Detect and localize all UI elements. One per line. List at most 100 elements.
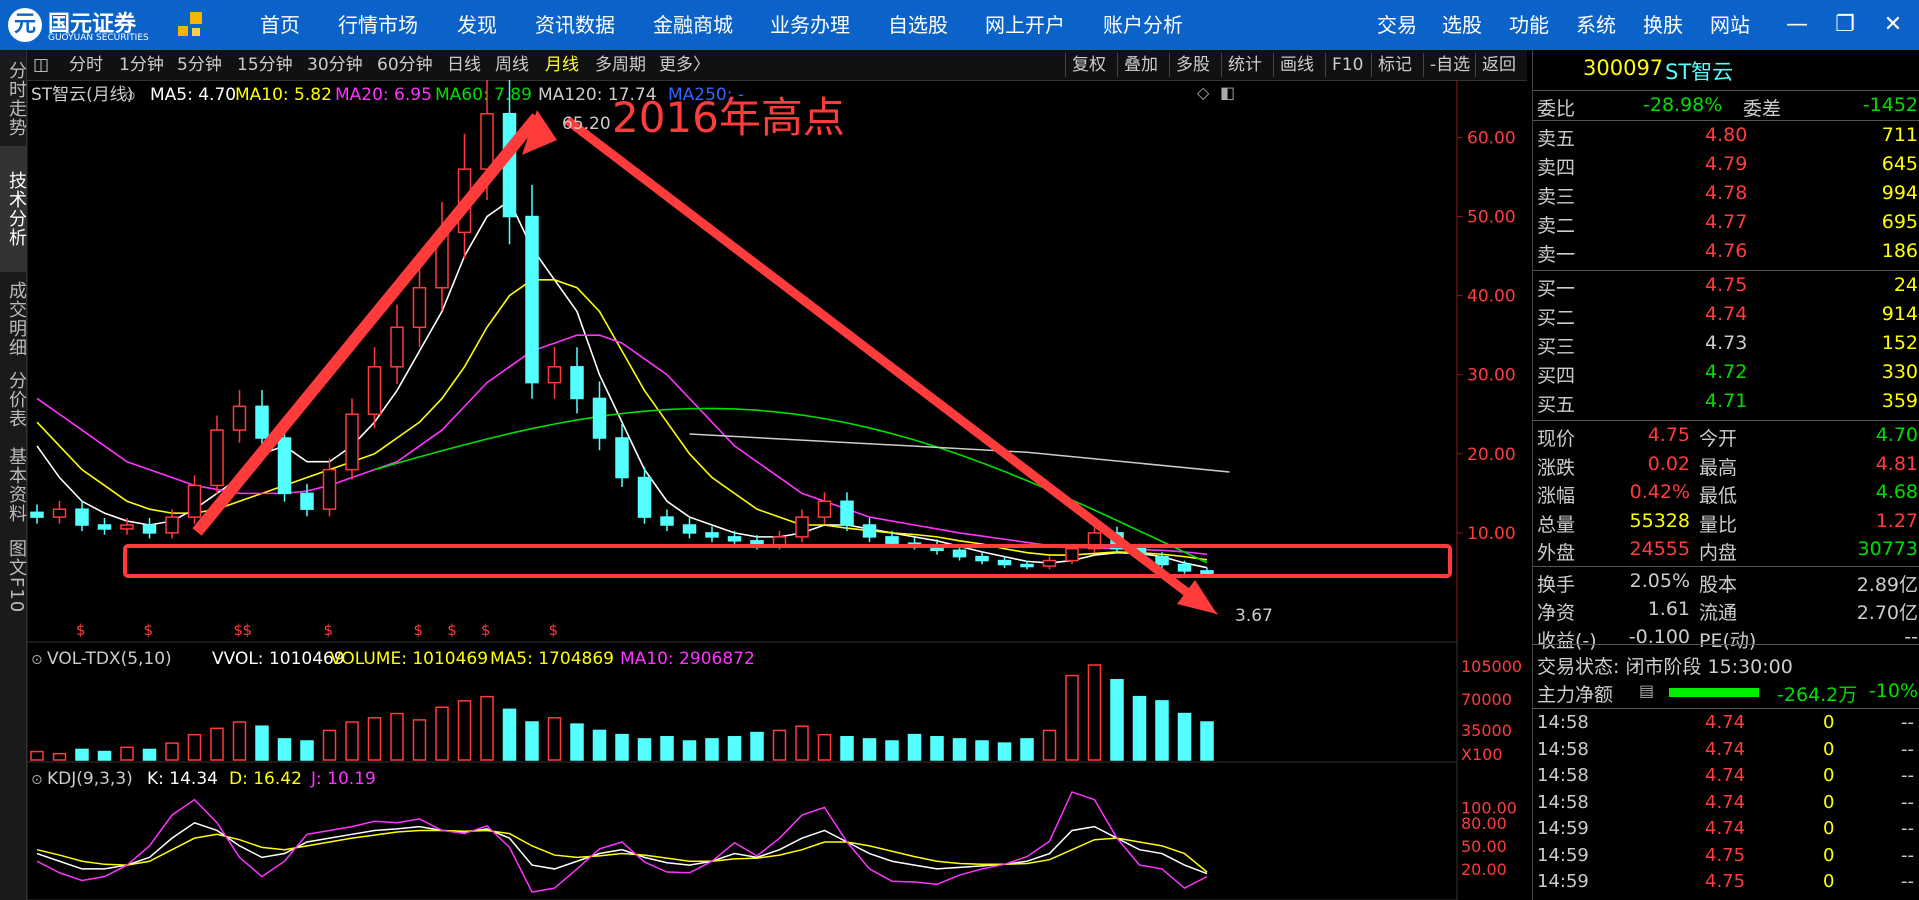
volume-bar — [637, 738, 652, 761]
bid-price[interactable]: 4.74 — [1705, 303, 1747, 325]
event-marker-icon: $ — [324, 621, 334, 639]
kdj-title: KDJ(9,3,3) — [47, 769, 133, 789]
stock-name[interactable]: ST智云 — [1665, 56, 1733, 86]
info-value: 2.89亿 — [1856, 574, 1918, 596]
tab-trade-details[interactable]: 成交明细 — [0, 278, 27, 360]
period-multi[interactable]: 多周期 — [595, 50, 646, 80]
sidebar-toggle-icon[interactable]: ◫ — [33, 50, 49, 80]
left-tab-bar: 分时走势 技术分析 成交明细 分价表 基本资料 图文F10 — [0, 50, 27, 900]
main-flow-bar — [1669, 688, 1759, 697]
bid-price[interactable]: 4.75 — [1705, 274, 1747, 296]
btn-f10[interactable]: F10 — [1325, 53, 1363, 77]
info-value: 2.05% — [1629, 570, 1690, 592]
volume-bar — [1087, 664, 1102, 761]
stat-value: 55328 — [1629, 509, 1690, 532]
nav-data[interactable]: 资讯数据 — [535, 0, 615, 50]
nav-market[interactable]: 行情市场 — [338, 0, 418, 50]
minimize-icon[interactable]: — — [1780, 0, 1814, 50]
nav-mall[interactable]: 金融商城 — [653, 0, 733, 50]
period-weekly[interactable]: 周线 — [495, 50, 529, 80]
btn-mark[interactable]: 标记 — [1371, 53, 1412, 77]
ask-level-label: 卖一 — [1537, 244, 1576, 266]
bid-price[interactable]: 4.73 — [1705, 332, 1747, 354]
tick-flag: -- — [1901, 844, 1914, 866]
tab-price-table[interactable]: 分价表 — [0, 366, 27, 432]
ask-price[interactable]: 4.76 — [1705, 240, 1747, 262]
stat-label: 最高 — [1699, 456, 1738, 479]
panel-toggle-icon[interactable]: ◧ — [1220, 83, 1235, 102]
period-more[interactable]: 更多〉 — [659, 50, 710, 80]
ask-price[interactable]: 4.79 — [1705, 153, 1747, 175]
bid-price[interactable]: 4.72 — [1705, 361, 1747, 383]
vol-y-tick-label: X100 — [1461, 745, 1503, 764]
volume-bar — [97, 750, 112, 761]
nav-business[interactable]: 业务办理 — [770, 0, 850, 50]
candle-body — [570, 366, 584, 400]
btn-overlay[interactable]: 叠加 — [1117, 53, 1158, 77]
period-monthly[interactable]: 月线 — [545, 50, 579, 80]
volume-bar — [727, 736, 742, 761]
candle-body — [187, 484, 202, 518]
tab-timeshare[interactable]: 分时走势 — [0, 58, 27, 140]
main-flow-icon[interactable]: ▤ — [1639, 681, 1654, 700]
legend-dropdown-icon[interactable]: ⊙ — [31, 772, 43, 788]
period-timeshare[interactable]: 分时 — [69, 50, 103, 80]
tab-technical-analysis[interactable]: 技术分析 — [0, 146, 27, 272]
volume-bar — [187, 733, 202, 761]
stock-code[interactable]: 300097 — [1583, 56, 1663, 80]
btn-draw[interactable]: 画线 — [1273, 53, 1314, 77]
nav-account-analysis[interactable]: 账户分析 — [1103, 0, 1183, 50]
chart-area[interactable]: 60.0050.0040.0030.0020.0010.00 2016年高点 6… — [27, 80, 1532, 900]
stat-value: 0.02 — [1647, 452, 1690, 475]
collapse-icon[interactable]: ◇ — [1197, 83, 1210, 102]
stat-label: 涨幅 — [1537, 485, 1576, 507]
period-15min[interactable]: 15分钟 — [237, 50, 293, 80]
legend-dropdown-icon[interactable]: ⊙ — [31, 652, 43, 668]
event-marker-icon: $ — [76, 621, 86, 639]
volume-bar — [570, 723, 584, 761]
bid-price[interactable]: 4.71 — [1705, 390, 1747, 412]
volume-bar — [300, 740, 314, 761]
close-icon[interactable]: ✕ — [1876, 0, 1910, 50]
period-30min[interactable]: 30分钟 — [307, 50, 363, 80]
legend-dropdown-icon[interactable]: ⊙ — [124, 88, 136, 104]
divider — [1533, 270, 1919, 271]
restore-icon[interactable]: ❐ — [1828, 0, 1862, 50]
btn-add-watchlist[interactable]: -自选 — [1423, 53, 1470, 77]
nav-website[interactable]: 网站 — [1710, 0, 1750, 50]
nav-stock-picker[interactable]: 选股 — [1442, 0, 1482, 50]
brand-logo[interactable]: 元 国元证券 GUOYUAN SECURITIES — [8, 6, 208, 46]
nav-system[interactable]: 系统 — [1576, 0, 1616, 50]
period-daily[interactable]: 日线 — [447, 50, 481, 80]
bid-volume: 24 — [1893, 274, 1918, 296]
volume-bar — [885, 740, 899, 761]
nav-watchlist[interactable]: 自选股 — [888, 0, 948, 50]
tick-volume: 0 — [1823, 791, 1835, 813]
nav-open-account[interactable]: 网上开户 — [985, 0, 1065, 50]
ask-price[interactable]: 4.78 — [1705, 182, 1747, 204]
period-5min[interactable]: 5分钟 — [177, 50, 222, 80]
btn-multi-stock[interactable]: 多股 — [1169, 53, 1210, 77]
ask-price[interactable]: 4.77 — [1705, 211, 1747, 233]
tab-basic-info[interactable]: 基本资料 — [0, 440, 27, 530]
tick-price: 4.74 — [1705, 738, 1746, 760]
nav-skin[interactable]: 换肤 — [1643, 0, 1683, 50]
btn-adjust[interactable]: 复权 — [1065, 53, 1106, 77]
btn-statistics[interactable]: 统计 — [1221, 53, 1262, 77]
period-1min[interactable]: 1分钟 — [119, 50, 164, 80]
annotation-up-arrow-shaft — [192, 113, 542, 536]
ask-level-label: 卖二 — [1537, 215, 1576, 237]
candle-body — [165, 516, 179, 534]
nav-trade[interactable]: 交易 — [1377, 0, 1417, 50]
candle-body — [390, 326, 404, 368]
nav-discover[interactable]: 发现 — [457, 0, 497, 50]
period-60min[interactable]: 60分钟 — [377, 50, 433, 80]
btn-back[interactable]: 返回 — [1475, 53, 1516, 77]
bid-volume: 359 — [1881, 390, 1918, 412]
tab-f10[interactable]: 图文F10 — [0, 536, 27, 616]
nav-home[interactable]: 首页 — [260, 0, 300, 50]
stat-value: 1.27 — [1875, 509, 1918, 532]
ask-price[interactable]: 4.80 — [1705, 124, 1747, 146]
candle-body — [727, 536, 742, 542]
nav-functions[interactable]: 功能 — [1509, 0, 1549, 50]
